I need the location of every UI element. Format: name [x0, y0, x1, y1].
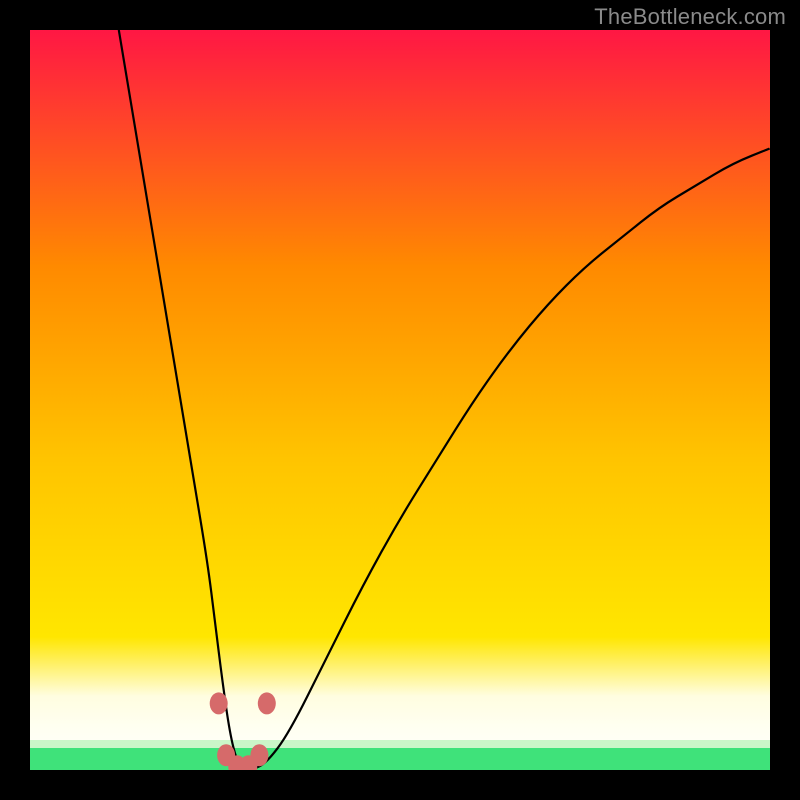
green-band	[30, 748, 770, 770]
watermark-label: TheBottleneck.com	[594, 4, 786, 30]
curve-marker	[210, 692, 228, 714]
green-band-fade	[30, 740, 770, 748]
chart-svg	[30, 30, 770, 770]
plot-area	[30, 30, 770, 770]
gradient-background	[30, 30, 770, 770]
chart-frame: TheBottleneck.com	[0, 0, 800, 800]
curve-marker	[250, 744, 268, 766]
curve-marker	[258, 692, 276, 714]
